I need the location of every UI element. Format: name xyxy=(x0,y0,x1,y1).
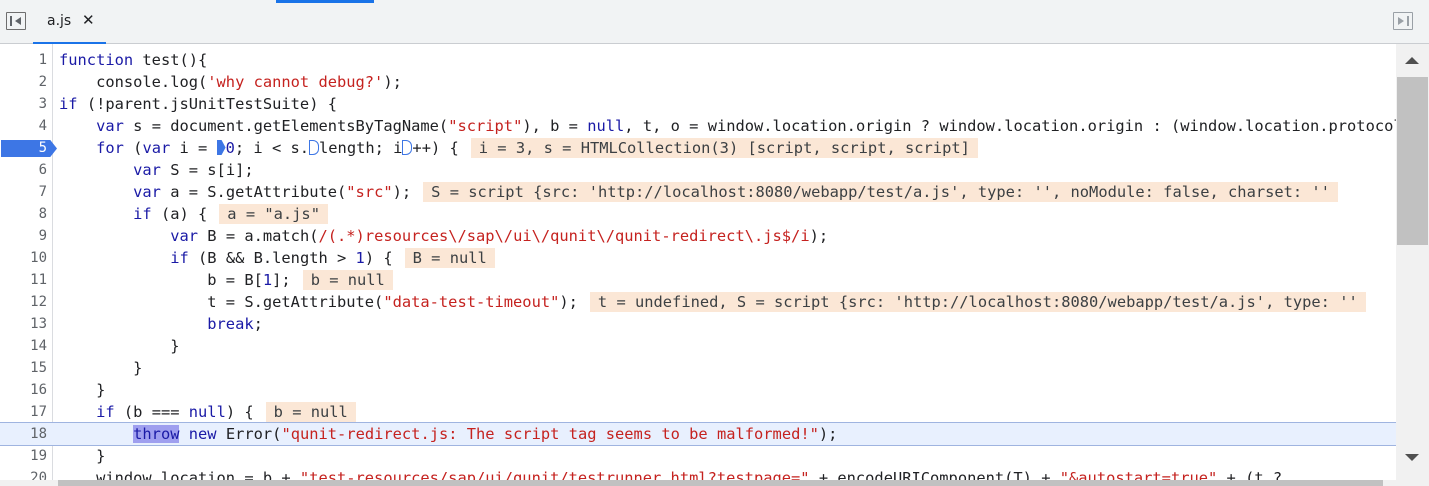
inline-breakpoint-icon[interactable] xyxy=(402,140,413,155)
code-text: } xyxy=(59,337,180,355)
toggle-debugger-sidebar-icon[interactable] xyxy=(1393,12,1413,30)
line-number[interactable]: 19 xyxy=(0,445,47,467)
line-number[interactable]: 2 xyxy=(0,71,47,93)
inline-variable-value: t = undefined, S = script {src: 'http://… xyxy=(589,292,1366,312)
code-text: if (B && B.length > 1) {B = null xyxy=(59,247,495,269)
code-text: if (a) {a = "a.js" xyxy=(59,203,328,225)
code-line: 11 b = B[1]; b = null xyxy=(0,269,1396,291)
code-text: b = B[1]; b = null xyxy=(59,269,393,291)
code-text: for (var i = 0; i < s. length; i ++) {i = … xyxy=(59,137,978,159)
code-line: 10 if (B && B.length > 1) {B = null xyxy=(0,247,1396,269)
line-number[interactable]: 16 xyxy=(0,379,47,401)
line-number[interactable]: 14 xyxy=(0,335,47,357)
code-line: 2 console.log('why cannot debug?'); xyxy=(0,71,1396,93)
code-editor[interactable]: 1 function test(){ 2 console.log('why cann… xyxy=(0,44,1396,480)
code-text: function test(){ xyxy=(59,51,208,69)
code-text: break; xyxy=(207,315,263,333)
code-line: 9 var B = a.match(/(.*)resources\/sap\/u… xyxy=(0,225,1396,247)
code-line: 19 } xyxy=(0,445,1396,467)
code-line: 17 if (b === null) {b = null xyxy=(0,401,1396,423)
editor-tab-bar: a.js ✕ xyxy=(0,0,1429,44)
tab-label: a.js xyxy=(47,13,72,29)
horizontal-scrollbar[interactable] xyxy=(0,480,1429,486)
tab-a-js[interactable]: a.js ✕ xyxy=(33,0,106,44)
code-text: var B = a.match(/(.*)resources\/sap\/ui\… xyxy=(170,227,829,245)
line-number[interactable]: 6 xyxy=(0,159,47,181)
code-text: throw new Error("qunit-redirect.js: The … xyxy=(133,425,838,443)
code-line: 7 var a = S.getAttribute("src"); S = scri… xyxy=(0,181,1396,203)
code-text: t = S.getAttribute("data-test-timeout");… xyxy=(59,291,1366,313)
code-text: if (!parent.jsUnitTestSuite) { xyxy=(59,95,337,113)
scroll-down-icon[interactable] xyxy=(1405,454,1419,461)
line-number[interactable]: 11 xyxy=(0,269,47,291)
inline-variable-value: a = "a.js" xyxy=(219,204,328,224)
inline-variable-value: b = null xyxy=(265,402,356,422)
code-text: } xyxy=(59,381,106,399)
code-text: var s = document.getElementsByTagName("s… xyxy=(96,117,1396,135)
paused-code-line: 18 throw new Error("qunit-redirect.js: T… xyxy=(0,422,1396,446)
line-number[interactable]: 5 xyxy=(0,137,47,159)
code-line: 14 } xyxy=(0,335,1396,357)
code-line: 4 var s = document.getElementsByTagName(… xyxy=(0,115,1396,137)
line-number[interactable]: 9 xyxy=(0,225,47,247)
code-line: 16 } xyxy=(0,379,1396,401)
line-number[interactable]: 13 xyxy=(0,313,47,335)
scroll-up-icon[interactable] xyxy=(1405,57,1419,64)
code-line: 3 if (!parent.jsUnitTestSuite) { xyxy=(0,93,1396,115)
code-text: } xyxy=(59,359,143,377)
inline-breakpoint-icon[interactable] xyxy=(309,140,320,155)
line-number[interactable]: 7 xyxy=(0,181,47,203)
line-number[interactable]: 1 xyxy=(0,49,47,71)
inline-variable-value: b = null xyxy=(302,270,393,290)
line-number[interactable]: 18 xyxy=(0,423,47,445)
code-text: if (b === null) {b = null xyxy=(59,401,356,423)
code-line: 20 window.location = b + "test-resources… xyxy=(0,467,1396,480)
code-line: 13 break; xyxy=(0,313,1396,335)
code-line: 12 t = S.getAttribute("data-test-timeout… xyxy=(0,291,1396,313)
line-number[interactable]: 8 xyxy=(0,203,47,225)
line-number[interactable]: 3 xyxy=(0,93,47,115)
code-line: 15 } xyxy=(0,357,1396,379)
line-number[interactable]: 15 xyxy=(0,357,47,379)
code-line: 8 if (a) {a = "a.js" xyxy=(0,203,1396,225)
inline-variable-value: B = null xyxy=(404,248,495,268)
code-text: console.log('why cannot debug?'); xyxy=(59,73,402,91)
code-text: var a = S.getAttribute("src"); S = script… xyxy=(59,181,1338,203)
close-icon[interactable]: ✕ xyxy=(82,11,95,29)
line-number[interactable]: 4 xyxy=(0,115,47,137)
panel-indicator xyxy=(276,0,374,3)
code-text: window.location = b + "test-resources/sa… xyxy=(59,469,1292,480)
line-number[interactable]: 12 xyxy=(0,291,47,313)
code-text: var S = s[i]; xyxy=(133,161,254,179)
line-number[interactable]: 20 xyxy=(0,467,47,480)
inline-variable-value: i = 3, s = HTMLCollection(3) [script, sc… xyxy=(470,138,978,158)
toggle-navigator-icon[interactable] xyxy=(6,12,26,30)
code-line: 1 function test(){ xyxy=(0,49,1396,71)
code-line: 5 for (var i = 0; i < s. length; i ++) {i … xyxy=(0,137,1396,159)
horizontal-scroll-thumb[interactable] xyxy=(58,480,1383,486)
code-text: } xyxy=(59,447,106,465)
vertical-scrollbar[interactable] xyxy=(1396,44,1429,480)
line-number[interactable]: 17 xyxy=(0,401,47,423)
line-number[interactable]: 10 xyxy=(0,247,47,269)
vertical-scroll-thumb[interactable] xyxy=(1397,77,1428,245)
code-line: 6 var S = s[i]; xyxy=(0,159,1396,181)
inline-variable-value: S = script {src: 'http://localhost:8080/… xyxy=(423,182,1338,202)
inline-breakpoint-icon[interactable] xyxy=(216,140,226,155)
